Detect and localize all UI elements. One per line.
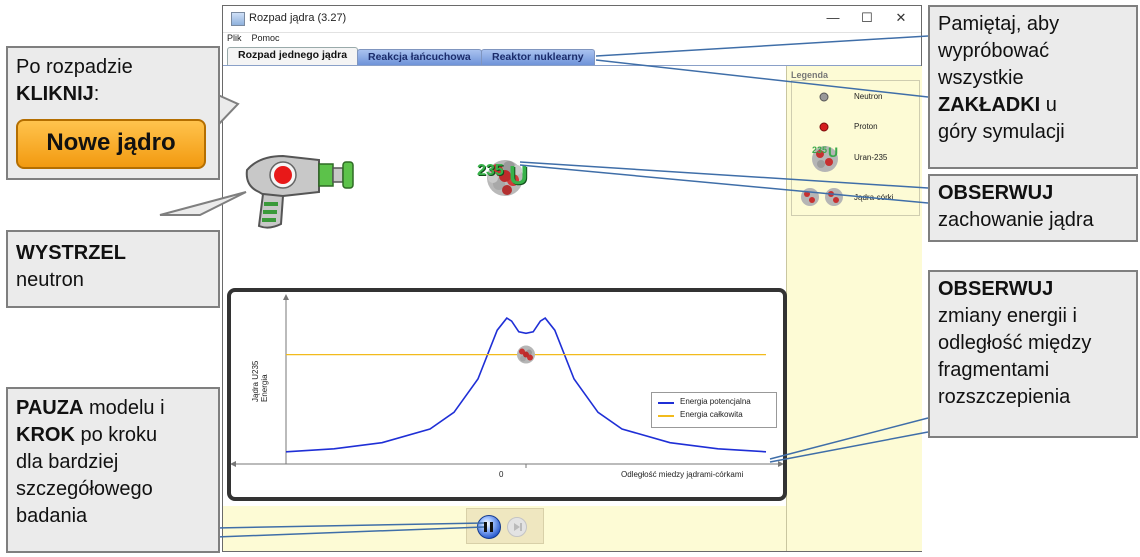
callout-tabs-text1: Pamiętaj, aby bbox=[938, 13, 1060, 35]
callout-pause-step: PAUZA modelu i KROK po kroku dla bardzie… bbox=[6, 387, 220, 553]
svg-text:235: 235 bbox=[812, 145, 827, 155]
legend-panel: Legenda Neutron Proton 235 U Uran-235 Ją… bbox=[786, 66, 922, 551]
chart-ylabel-line1: Jądra U235 bbox=[251, 360, 260, 402]
legend-daughter-label: Jądra-córki bbox=[854, 193, 894, 202]
minimize-button[interactable]: — bbox=[819, 9, 847, 27]
nucleus-mass-number: 235 bbox=[477, 162, 504, 179]
callout-tabs-text3: wszystkie bbox=[938, 67, 1024, 89]
callout-observe-nucleus-strong: OBSERWUJ bbox=[938, 182, 1054, 204]
callout-observe-nucleus-text: zachowanie jądra bbox=[938, 209, 1094, 231]
chart-x-axis-arrow bbox=[778, 461, 784, 467]
callout-observe-nucleus: OBSERWUJ zachowanie jądra bbox=[928, 174, 1138, 242]
uranium-icon: 235 U bbox=[812, 144, 838, 172]
simulation-window: Rozpad jądra (3.27) — ☐ ✕ Plik Pomoc Rozp… bbox=[222, 5, 922, 552]
close-button[interactable]: ✕ bbox=[887, 9, 915, 27]
proton-icon bbox=[819, 122, 829, 132]
playback-controls bbox=[466, 508, 544, 544]
callout-pause-text3: dla bardziej bbox=[16, 451, 119, 473]
chart-legend: Energia potencjalna Energia całkowita bbox=[651, 392, 777, 428]
legend-neutron-label: Neutron bbox=[854, 92, 883, 101]
callout-observe-energy: OBSERWUJ zmiany energii i odległość międ… bbox=[928, 270, 1138, 438]
chart-xtick-zero: 0 bbox=[499, 470, 504, 479]
callout-pause-text2: po kroku bbox=[74, 424, 158, 446]
legend-proton-label: Proton bbox=[854, 122, 878, 131]
svg-text:U: U bbox=[828, 144, 838, 160]
callout-observe-energy-strong: OBSERWUJ bbox=[938, 278, 1054, 300]
callout-fire-strong: WYSTRZEL bbox=[16, 242, 126, 264]
callout-click-suffix: : bbox=[93, 83, 100, 105]
callout-observe-energy-text3: fragmentami bbox=[938, 359, 1050, 381]
callout-fire-text: neutron bbox=[16, 269, 84, 291]
callout-fire-neutron: WYSTRZEL neutron bbox=[6, 230, 220, 308]
tab-bar: Rozpad jednego jądra Reakcja łańcuchowa … bbox=[223, 47, 921, 66]
legend-title: Legenda bbox=[791, 70, 829, 80]
tab-chain-reaction[interactable]: Reakcja łańcuchowa bbox=[357, 49, 482, 65]
callout-observe-energy-text2: odległość między bbox=[938, 332, 1092, 354]
pause-icon-bar-left bbox=[484, 522, 487, 532]
neutron-icon bbox=[819, 92, 829, 102]
legend-potential-swatch bbox=[658, 402, 674, 404]
callout-tabs-strong: ZAKŁADKI bbox=[938, 94, 1041, 116]
callout-observe-energy-text1: zmiany energii i bbox=[938, 305, 1077, 327]
chart-y-axis-arrow bbox=[283, 294, 289, 300]
callout-click-strong: KLIKNIJ bbox=[16, 83, 94, 105]
tab-nuclear-reactor[interactable]: Reaktor nuklearny bbox=[481, 49, 595, 65]
menu-bar: Plik Pomoc bbox=[223, 33, 921, 47]
energy-chart: Jądra U235 Energia Odległość miedzy jądr… bbox=[227, 288, 787, 501]
callout-pause-text1: modelu i bbox=[83, 397, 165, 419]
legend-box: Neutron Proton 235 U Uran-235 Jądra-córk… bbox=[791, 80, 920, 216]
callout-tabs-text4: u bbox=[1040, 94, 1057, 116]
neutron-gun-icon[interactable] bbox=[239, 152, 357, 232]
maximize-button[interactable]: ☐ bbox=[853, 9, 881, 27]
step-icon bbox=[514, 523, 522, 531]
legend-uranium-label: Uran-235 bbox=[854, 153, 888, 162]
pause-icon-bar-right bbox=[490, 522, 493, 532]
callout-pause-text4: szczegółowego bbox=[16, 478, 153, 500]
tab-single-nucleus[interactable]: Rozpad jednego jądra bbox=[227, 47, 359, 65]
nucleus-symbol: U bbox=[509, 160, 528, 190]
new-nucleus-button[interactable]: Nowe jądro bbox=[16, 119, 206, 169]
chart-x-axis-arrow-left bbox=[230, 461, 236, 467]
chart-ylabel: Jądra U235 Energia bbox=[251, 342, 291, 402]
callout-new-nucleus-line1: Po rozpadzie bbox=[16, 56, 133, 78]
pause-button[interactable] bbox=[477, 515, 501, 539]
title-bar: Rozpad jądra (3.27) — ☐ ✕ bbox=[223, 6, 921, 33]
legend-total-swatch bbox=[658, 415, 674, 417]
callout-tabs-text2: wypróbować bbox=[938, 40, 1050, 62]
chart-ylabel-line2: Energia bbox=[260, 374, 269, 402]
callout-tabs-hint: Pamiętaj, aby wypróbować wszystkie ZAKŁA… bbox=[928, 5, 1138, 169]
chart-nucleus-marker bbox=[517, 345, 535, 364]
menu-plik[interactable]: Plik bbox=[227, 33, 242, 43]
window-title: Rozpad jądra (3.27) bbox=[249, 12, 347, 24]
step-button[interactable] bbox=[507, 517, 527, 537]
callout-pause-text5: badania bbox=[16, 505, 88, 527]
callout-tabs-text5: góry symulacji bbox=[938, 121, 1065, 143]
callout-observe-energy-text4: rozszczepienia bbox=[938, 386, 1071, 408]
chart-xlabel: Odległość miedzy jądrami-córkami bbox=[621, 470, 744, 479]
java-app-icon bbox=[231, 12, 245, 26]
series-potential-energy-line bbox=[285, 317, 767, 453]
legend-potential-label: Energia potencjalna bbox=[680, 397, 751, 406]
callout-step-strong: KROK bbox=[16, 424, 75, 446]
legend-total-label: Energia całkowita bbox=[680, 410, 743, 419]
menu-pomoc[interactable]: Pomoc bbox=[252, 33, 280, 43]
callout-pause-strong: PAUZA bbox=[16, 397, 84, 419]
daughter-nuclei-icon bbox=[801, 188, 843, 206]
